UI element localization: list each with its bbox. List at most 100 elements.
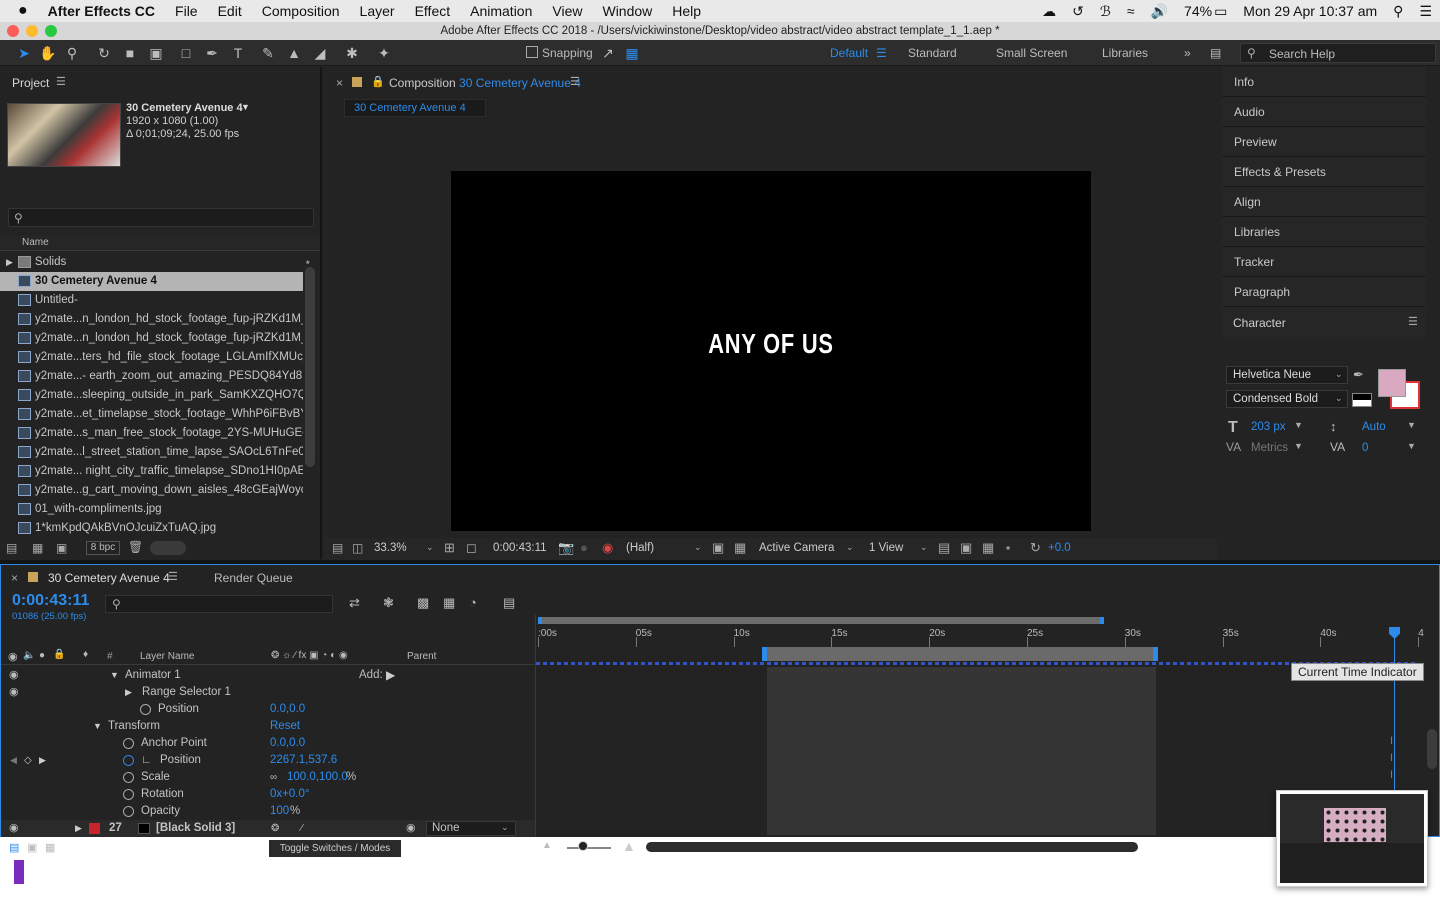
camera-tool-icon[interactable]: ■	[120, 44, 140, 62]
project-search-input[interactable]: ⚲	[8, 208, 314, 227]
composition-panel-menu-icon[interactable]: ☰	[570, 75, 580, 88]
transfer-controls-icon[interactable]: ▣	[27, 841, 37, 854]
chevron-down-icon[interactable]: ▼	[1407, 420, 1416, 430]
project-zoom-slider[interactable]	[150, 541, 186, 555]
trash-icon[interactable]: 🗑	[128, 540, 143, 554]
creative-cloud-icon[interactable]: ☁	[1034, 3, 1064, 20]
property-value[interactable]: 100	[270, 803, 289, 820]
resolution-dropdown[interactable]: (Half)	[626, 542, 654, 554]
zoom-out-icon[interactable]: ▲	[542, 840, 552, 851]
chevron-down-icon[interactable]: ▼	[1294, 420, 1303, 430]
menu-file[interactable]: File	[165, 0, 208, 22]
bluetooth-icon[interactable]: ℬ	[1092, 3, 1119, 20]
fast-previews-icon[interactable]: ▣	[960, 540, 972, 556]
zoom-window-button[interactable]	[45, 25, 57, 37]
font-size-value[interactable]: 203 px	[1251, 421, 1286, 433]
workspace-switch-icon[interactable]: ▤	[1210, 46, 1221, 60]
expand-triangle-icon[interactable]: ▶	[125, 684, 132, 701]
chevron-down-icon[interactable]: ⌄	[694, 542, 702, 553]
screenshot-preview-thumbnail[interactable]	[1276, 790, 1428, 887]
volume-icon[interactable]: 🔊	[1143, 3, 1176, 20]
list-item[interactable]: y2mate...n_london_hd_stock_footage_fup-j…	[0, 329, 303, 348]
workspace-libraries[interactable]: Libraries	[1102, 46, 1148, 60]
workspace-small-screen[interactable]: Small Screen	[996, 46, 1067, 60]
zoom-in-icon[interactable]: ▲	[622, 838, 636, 854]
property-value[interactable]: 2267.1,537.6	[270, 752, 337, 769]
list-item[interactable]: y2mate...et_timelapse_stock_footage_WhhP…	[0, 405, 303, 424]
zoom-dropdown[interactable]: 33.3%	[374, 542, 407, 554]
list-item[interactable]: y2mate...g_cart_moving_down_aisles_48cGE…	[0, 481, 303, 500]
comp-viewer-canvas[interactable]: ANY OF US	[451, 171, 1091, 531]
stopwatch-icon[interactable]	[123, 772, 134, 783]
chevron-down-icon[interactable]: ⌄	[426, 542, 434, 553]
timeline-icon[interactable]: ▦	[982, 540, 994, 556]
font-family-dropdown[interactable]: Helvetica Neue ⌄	[1226, 366, 1348, 384]
menu-effect[interactable]: Effect	[405, 0, 461, 22]
font-style-dropdown[interactable]: Condensed Bold ⌄	[1226, 390, 1348, 408]
quality-switch-icon[interactable]: ∕	[301, 820, 303, 837]
new-composition-icon[interactable]: ▣	[56, 541, 67, 555]
property-value[interactable]: 0x+0.0°	[270, 786, 309, 803]
pick-whip-icon[interactable]: ◉	[406, 820, 416, 837]
app-menu[interactable]: After Effects CC	[38, 0, 165, 22]
current-timecode[interactable]: 0:00:43:11	[12, 592, 89, 610]
chevron-down-icon[interactable]: ⌄	[920, 542, 928, 553]
stopwatch-icon[interactable]	[140, 704, 151, 715]
property-row-rotation[interactable]: Rotation 0x+0.0°	[1, 786, 535, 803]
safe-zones-icon[interactable]: ◻	[466, 540, 477, 556]
add-property-icon[interactable]: ▶	[386, 667, 395, 684]
comp-name-label[interactable]: 30 Cemetery Avenue 4	[126, 102, 243, 114]
constrain-proportions-icon[interactable]: ∞	[270, 769, 277, 786]
timeline-zoom-slider[interactable]	[567, 847, 611, 849]
expand-triangle-icon[interactable]: ▶	[6, 257, 13, 267]
snap-features-icon[interactable]: ▦	[622, 44, 642, 62]
bit-depth-button[interactable]: 8 bpc	[86, 541, 120, 555]
prev-keyframe-icon[interactable]: ◀	[10, 752, 17, 769]
list-item[interactable]: 30 Cemetery Avenue 4	[0, 272, 303, 291]
snapshot-icon[interactable]: 📷	[558, 540, 574, 556]
reset-exposure-icon[interactable]: ↻	[1030, 540, 1041, 556]
stopwatch-icon[interactable]	[123, 738, 134, 749]
menu-layer[interactable]: Layer	[350, 0, 405, 22]
property-row-anchor-point[interactable]: Anchor Point 0.0,0.0	[1, 735, 535, 752]
motion-blur-icon[interactable]: ◔	[469, 595, 477, 610]
pan-behind-tool-icon[interactable]: ▣	[146, 44, 166, 62]
expand-triangle-icon[interactable]: ▼	[110, 667, 119, 684]
rotate-tool-icon[interactable]: ↻	[94, 44, 114, 62]
layer-switches-icon[interactable]: ▤	[9, 841, 19, 854]
notification-center-icon[interactable]: ☰	[1411, 3, 1440, 20]
project-scrollbar[interactable]	[305, 267, 315, 467]
selection-tool-icon[interactable]: ➤	[14, 44, 34, 62]
add-keyframe-icon[interactable]: ◇	[24, 752, 32, 769]
list-item[interactable]: Untitled-	[0, 291, 303, 310]
stopwatch-icon[interactable]	[123, 806, 134, 817]
camera-dropdown[interactable]: Active Camera	[759, 542, 834, 554]
chevron-down-icon[interactable]: ▼	[1294, 441, 1303, 451]
default-colors-icon[interactable]	[1352, 393, 1372, 407]
lock-icon[interactable]: 🔒	[53, 649, 65, 660]
eye-icon[interactable]: ◉	[8, 650, 18, 663]
next-keyframe-icon[interactable]: ▶	[39, 752, 46, 769]
workspace-menu-icon[interactable]: ☰	[876, 46, 887, 60]
list-item[interactable]: y2mate...- earth_zoom_out_amazing_PESDQ8…	[0, 367, 303, 386]
character-panel-menu-icon[interactable]: ☰	[1408, 315, 1418, 328]
eraser-tool-icon[interactable]: ◢	[310, 44, 330, 62]
draft-3d-icon[interactable]: ❃	[383, 595, 394, 611]
transform-reset-link[interactable]: Reset	[270, 718, 300, 735]
stopwatch-active-icon[interactable]	[123, 755, 134, 766]
region-of-interest-icon[interactable]: ▣	[712, 540, 724, 556]
list-item[interactable]: ▶ Solids	[0, 253, 303, 272]
toggle-switches-modes-button[interactable]: Toggle Switches / Modes	[269, 840, 401, 857]
property-row-transform[interactable]: ▼ Transform Reset	[1, 718, 535, 735]
clock[interactable]: Mon 29 Apr 10:37 am	[1235, 3, 1385, 19]
type-tool-icon[interactable]: T	[228, 44, 248, 62]
graph-editor-icon[interactable]: ▤	[503, 595, 515, 611]
snap-edges-icon[interactable]: ↗	[598, 44, 618, 62]
monitor-icon[interactable]: ◫	[352, 541, 363, 555]
transparency-grid-icon[interactable]: ▦	[734, 540, 746, 556]
tab-comp-30-cemetery[interactable]: 30 Cemetery Avenue 4	[344, 99, 486, 117]
composition-panel-title[interactable]: Composition 30 Cemetery Avenue 4	[389, 76, 581, 90]
interpret-footage-icon[interactable]: ▤	[6, 541, 17, 555]
menu-animation[interactable]: Animation	[460, 0, 542, 22]
time-navigator-bar[interactable]	[538, 617, 1104, 624]
